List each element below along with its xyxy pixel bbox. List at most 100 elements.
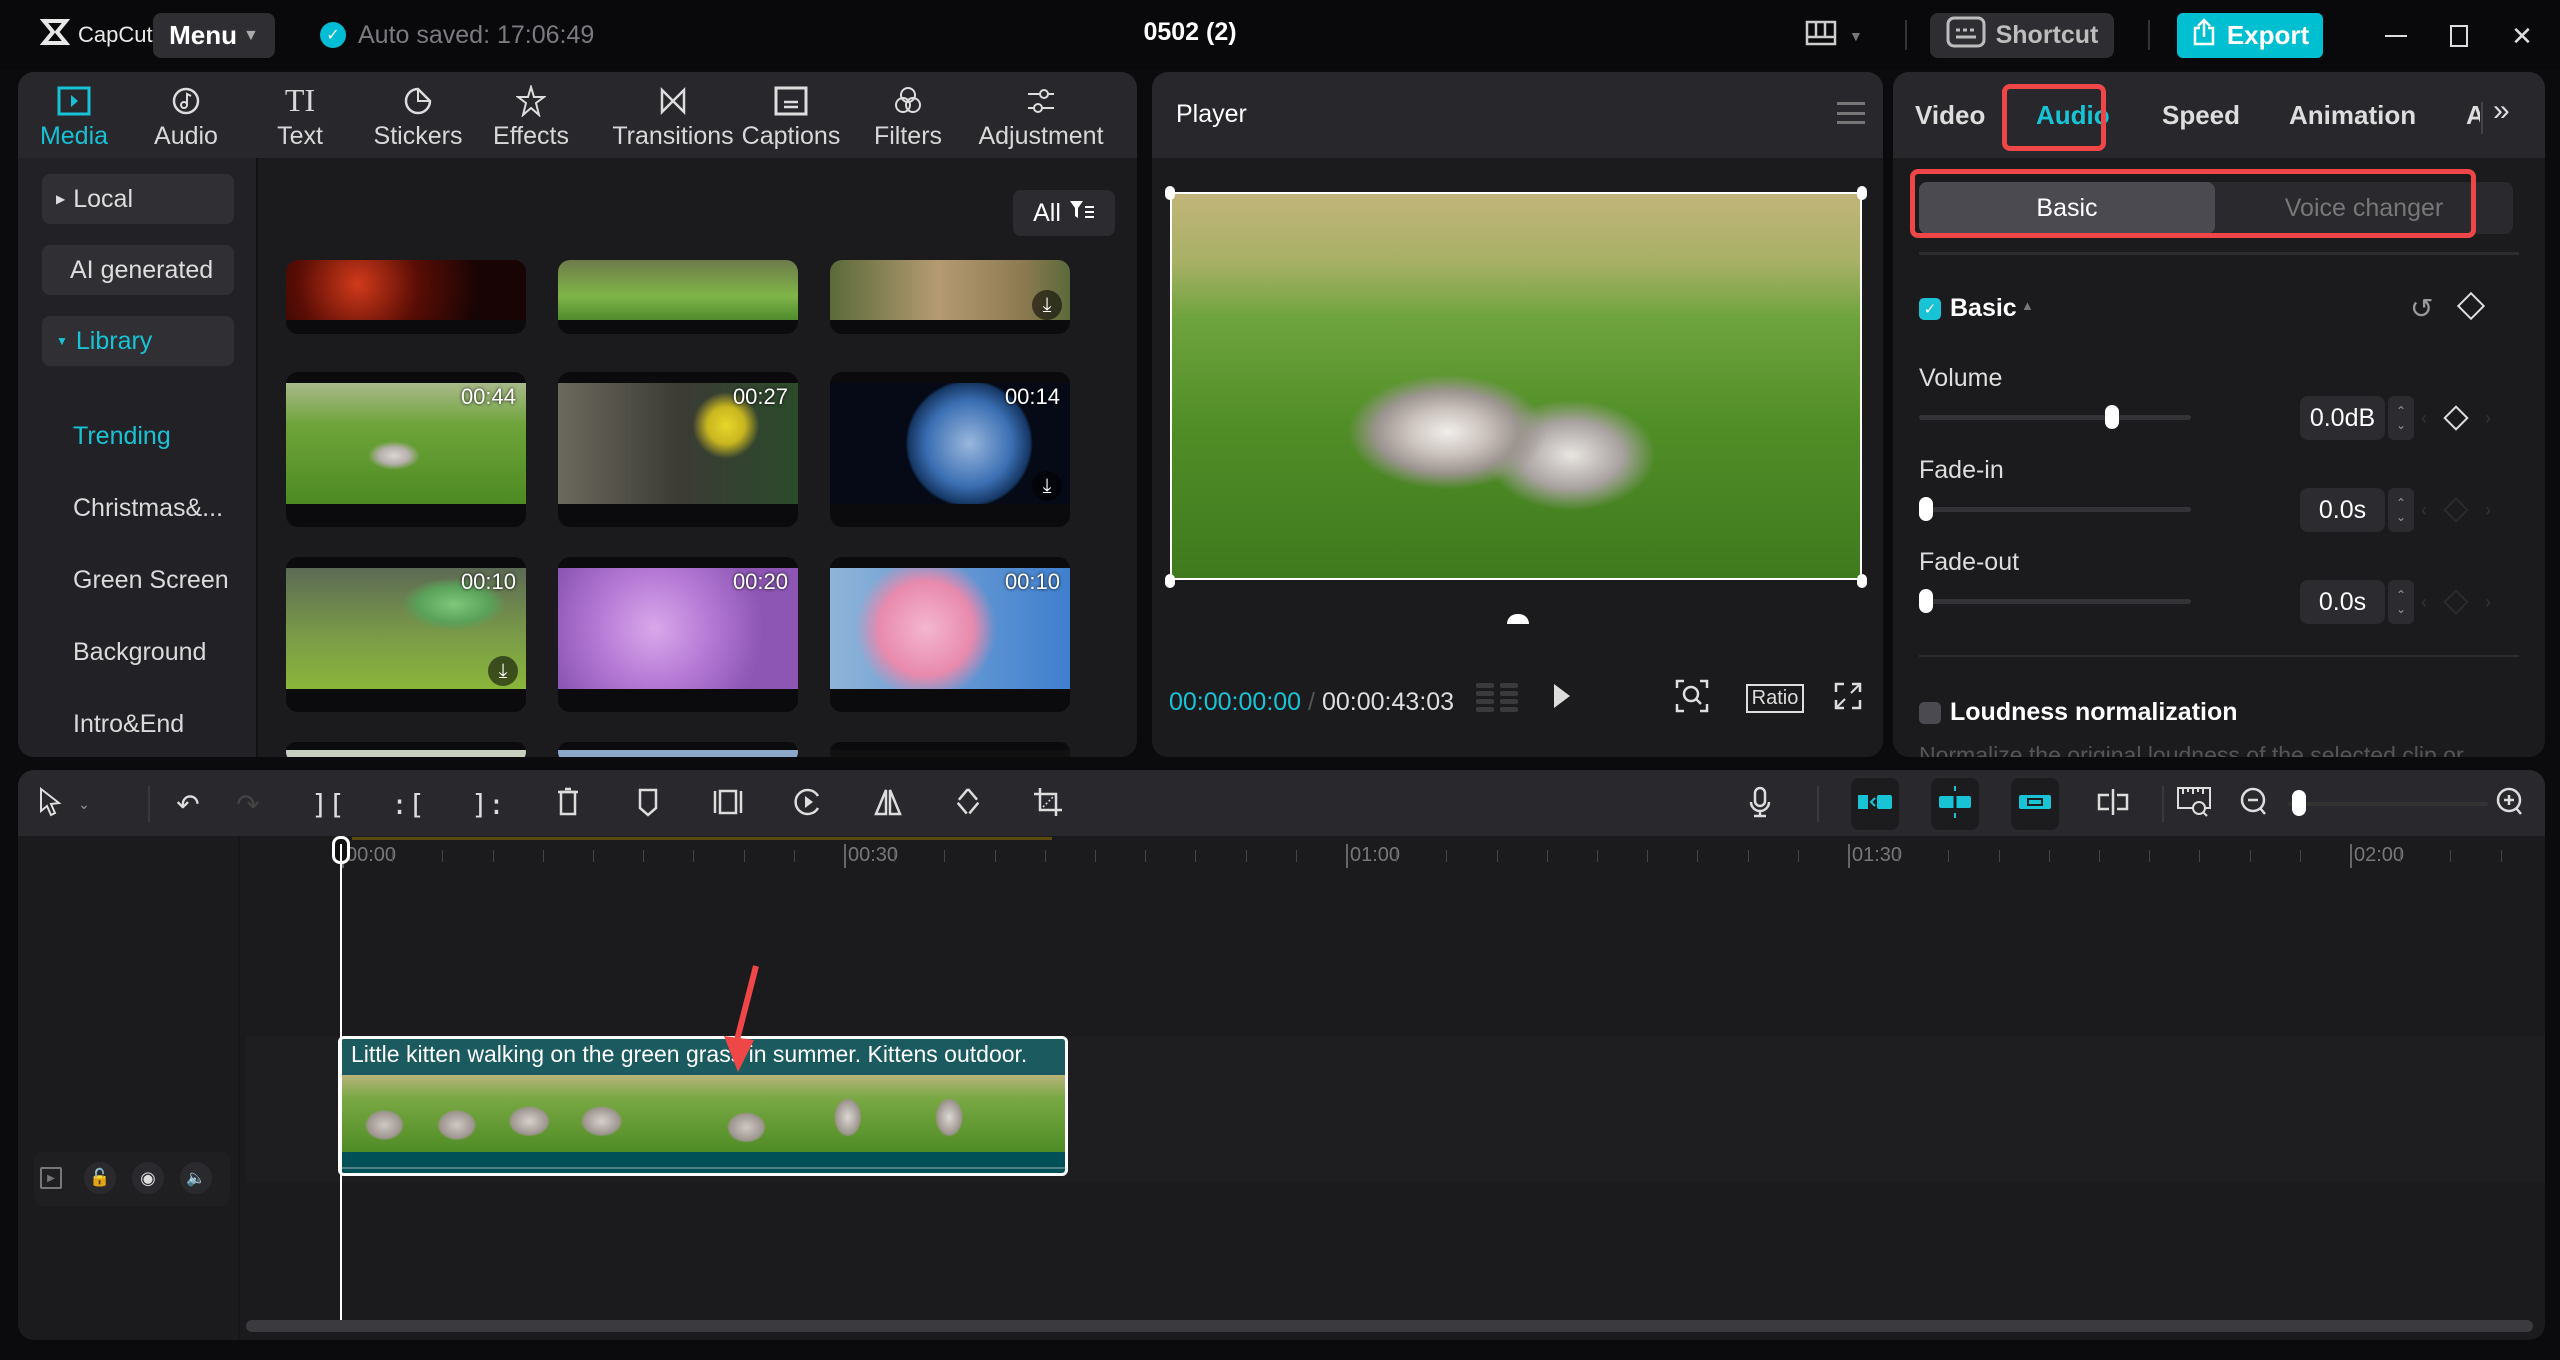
sidebar-local[interactable]: ▶ Local xyxy=(42,174,234,224)
close-button[interactable]: ✕ xyxy=(2500,14,2544,58)
timeline-zoom-handle[interactable] xyxy=(2292,790,2306,816)
tab-stickers[interactable]: Stickers xyxy=(368,78,468,156)
play-button[interactable] xyxy=(1542,678,1582,718)
zoom-out-button[interactable] xyxy=(2234,784,2274,824)
tab-adjustment[interactable]: Adjustment xyxy=(966,78,1116,156)
freeze-button[interactable] xyxy=(708,784,748,824)
tab-more-truncated[interactable]: A xyxy=(2466,100,2480,131)
resize-handle[interactable] xyxy=(1857,186,1867,200)
auto-snap-toggle[interactable] xyxy=(1931,778,1979,830)
media-thumbnail[interactable]: 00:10 ⤓ xyxy=(286,557,526,712)
tab-video[interactable]: Video xyxy=(1915,100,1985,131)
media-thumbnail[interactable]: 00:44 xyxy=(286,372,526,527)
sidebar-item-background[interactable]: Background xyxy=(73,638,206,667)
tab-filters[interactable]: Filters xyxy=(868,78,948,156)
resize-handle[interactable] xyxy=(1165,186,1175,200)
volume-slider-handle[interactable] xyxy=(2104,405,2119,429)
tab-effects[interactable]: Effects xyxy=(486,78,576,156)
fade-out-value-input[interactable]: 0.0s xyxy=(2300,580,2385,624)
timeline-horizontal-scrollbar[interactable] xyxy=(246,1320,2533,1332)
timeline-ruler[interactable]: 00:00 00:30 01:00 01:30 02:00 xyxy=(18,836,2545,876)
reverse-button[interactable] xyxy=(788,784,828,824)
playhead[interactable] xyxy=(340,844,342,1330)
volume-value-input[interactable]: 0.0dB xyxy=(2300,396,2385,440)
fade-in-slider-handle[interactable] xyxy=(1919,497,1933,521)
split-right-button[interactable]: ]: xyxy=(468,784,508,824)
crop-button[interactable] xyxy=(1028,784,1068,824)
zoom-in-button[interactable] xyxy=(2490,784,2530,824)
tab-speed[interactable]: Speed xyxy=(2162,100,2240,131)
sidebar-item-green-screen[interactable]: Green Screen xyxy=(73,566,229,595)
select-dropdown-icon[interactable]: ⌄ xyxy=(74,784,94,824)
rotate-button[interactable] xyxy=(948,784,988,824)
download-button[interactable]: ⤓ xyxy=(488,656,518,686)
fade-in-value-input[interactable]: 0.0s xyxy=(2300,488,2385,532)
speaker-icon[interactable]: 🔈 xyxy=(180,1162,212,1194)
layout-button[interactable]: ▼ xyxy=(1805,20,1863,52)
resize-handle[interactable] xyxy=(1857,574,1867,588)
volume-slider[interactable] xyxy=(1919,415,2191,420)
collapse-icon[interactable]: ▲ xyxy=(2021,298,2034,313)
add-keyframe-icon[interactable] xyxy=(2443,405,2469,431)
split-button[interactable]: ][ xyxy=(308,784,348,824)
undo-button[interactable]: ↶ xyxy=(168,784,208,824)
fit-timeline-button[interactable] xyxy=(2174,784,2214,824)
rotate-handle[interactable] xyxy=(1507,614,1529,624)
prev-keyframe-icon[interactable]: ‹ xyxy=(2421,408,2427,429)
fade-in-slider[interactable] xyxy=(1919,507,2191,512)
fade-out-stepper[interactable]: ⌃ ⌄ xyxy=(2388,580,2414,624)
download-button[interactable]: ⤓ xyxy=(1032,471,1062,501)
zoom-preview-button[interactable] xyxy=(1672,678,1712,718)
tab-audio[interactable]: Audio xyxy=(146,78,226,156)
redo-button[interactable]: ↷ xyxy=(228,784,268,824)
delete-button[interactable] xyxy=(548,784,588,824)
video-clip[interactable]: Little kitten walking on the green grass… xyxy=(338,1036,1068,1176)
resize-handle[interactable] xyxy=(1165,574,1175,588)
sidebar-library[interactable]: ▼ Library xyxy=(42,316,234,366)
media-thumbnail[interactable] xyxy=(286,260,526,334)
preview-axis-button[interactable] xyxy=(2093,784,2133,824)
ratio-button[interactable]: Ratio xyxy=(1742,678,1808,718)
sidebar-item-trending[interactable]: Trending xyxy=(73,422,171,451)
media-thumbnail[interactable] xyxy=(558,260,798,334)
media-thumbnail[interactable]: 00:14 ⤓ xyxy=(830,372,1070,527)
media-thumbnail[interactable] xyxy=(830,742,1070,757)
media-thumbnail[interactable] xyxy=(558,742,798,757)
linkage-toggle[interactable] xyxy=(2011,778,2059,830)
video-preview[interactable] xyxy=(1170,192,1862,580)
tab-transitions[interactable]: Transitions xyxy=(593,78,753,156)
volume-keyframe[interactable]: ‹ › xyxy=(2421,396,2491,440)
volume-stepper[interactable]: ⌃ ⌄ xyxy=(2388,396,2414,440)
next-keyframe-icon[interactable]: › xyxy=(2485,408,2491,429)
track-toggle-icon[interactable]: ▶ xyxy=(40,1167,62,1189)
filter-all-button[interactable]: All xyxy=(1013,190,1115,236)
mirror-button[interactable] xyxy=(868,784,908,824)
reset-icon[interactable]: ↺ xyxy=(2410,292,2433,325)
tab-media[interactable]: Media xyxy=(34,78,114,156)
tab-captions[interactable]: Captions xyxy=(736,78,846,156)
fade-out-slider[interactable] xyxy=(1919,599,2191,604)
minimize-button[interactable] xyxy=(2374,14,2418,58)
keyframe-icon[interactable] xyxy=(2456,291,2486,321)
maximize-button[interactable] xyxy=(2437,14,2481,58)
fullscreen-button[interactable] xyxy=(1828,678,1868,718)
loudness-checkbox[interactable] xyxy=(1919,702,1941,724)
sidebar-item-christmas[interactable]: Christmas&... xyxy=(73,494,223,523)
select-tool-button[interactable] xyxy=(30,784,70,824)
shortcut-button[interactable]: Shortcut xyxy=(1930,13,2114,58)
fade-out-slider-handle[interactable] xyxy=(1919,589,1933,613)
main-track-magnet-toggle[interactable] xyxy=(1851,778,1899,830)
player-menu-icon[interactable] xyxy=(1837,102,1865,124)
media-thumbnail[interactable]: 00:20 xyxy=(558,557,798,712)
menu-button[interactable]: Menu ▼ xyxy=(153,13,275,58)
timeline-zoom-slider[interactable] xyxy=(2288,802,2488,806)
basic-checkbox[interactable]: ✓ xyxy=(1919,298,1941,320)
split-left-button[interactable]: :[ xyxy=(388,784,428,824)
more-tabs-icon[interactable]: » xyxy=(2493,94,2510,128)
media-thumbnail[interactable]: ⤓ xyxy=(830,260,1070,334)
media-thumbnail[interactable]: 00:10 xyxy=(830,557,1070,712)
sidebar-ai-generated[interactable]: AI generated xyxy=(42,245,234,295)
media-thumbnail[interactable]: 00:27 xyxy=(558,372,798,527)
fade-in-stepper[interactable]: ⌃ ⌄ xyxy=(2388,488,2414,532)
export-button[interactable]: Export xyxy=(2177,13,2323,58)
